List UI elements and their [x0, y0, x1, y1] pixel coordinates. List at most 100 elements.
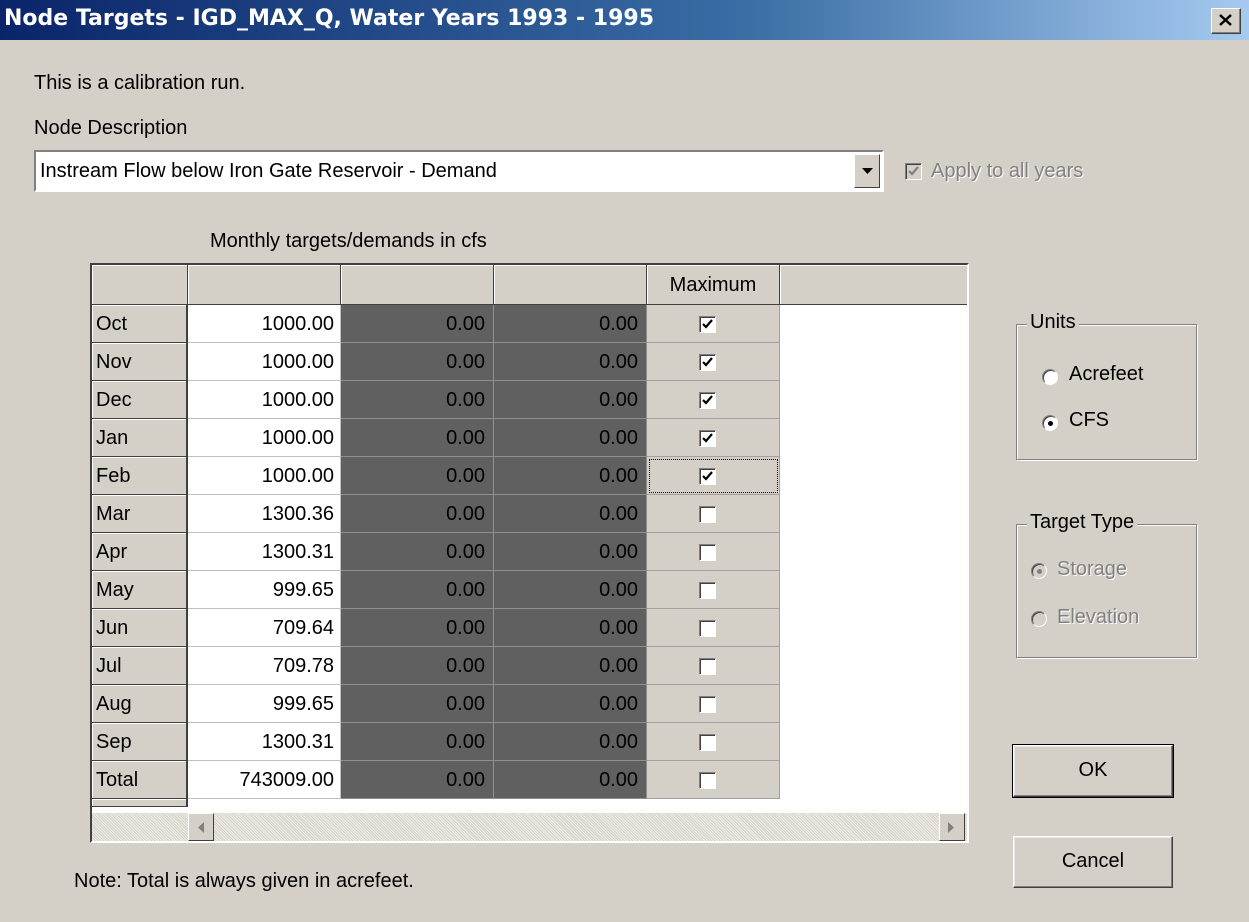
- targets-grid[interactable]: Maximum Oct 1000.00 0.00 0.00 Nov 1000.00 0.00 0…: [90, 263, 969, 843]
- maximum-cell[interactable]: [647, 305, 780, 343]
- maximum-checkbox[interactable]: [699, 772, 716, 789]
- chevron-down-icon: [862, 168, 873, 174]
- units-cfs-label: CFS: [1069, 409, 1109, 431]
- value-cell[interactable]: 1000.00: [188, 305, 341, 343]
- maximum-checkbox[interactable]: [699, 620, 716, 637]
- column-header: [494, 265, 647, 305]
- maximum-cell[interactable]: [647, 571, 780, 609]
- value-cell-disabled: 0.00: [341, 609, 494, 647]
- value-cell-disabled: 0.00: [341, 343, 494, 381]
- maximum-checkbox[interactable]: [699, 658, 716, 675]
- column-header: [188, 265, 341, 305]
- row-header-jul: Jul: [92, 647, 188, 685]
- node-description-value: Instream Flow below Iron Gate Reservoir …: [40, 160, 497, 182]
- row-header-dec: Dec: [92, 381, 188, 419]
- maximum-checkbox[interactable]: [699, 582, 716, 599]
- checkmark-icon: [702, 471, 713, 481]
- target-type-group: Target Type Storage Elevation: [1016, 511, 1197, 658]
- maximum-checkbox[interactable]: [699, 354, 716, 371]
- total-note: Note: Total is always given in acrefeet.: [74, 870, 414, 892]
- value-cell[interactable]: 1000.00: [188, 343, 341, 381]
- row-header-jun: Jun: [92, 609, 188, 647]
- maximum-checkbox[interactable]: [699, 696, 716, 713]
- row-header-mar: Mar: [92, 495, 188, 533]
- header-filler: [780, 265, 967, 305]
- row-header-may: May: [92, 571, 188, 609]
- column-header: Maximum: [647, 265, 780, 305]
- maximum-cell[interactable]: [647, 685, 780, 723]
- row-header-aug: Aug: [92, 685, 188, 723]
- value-cell[interactable]: 1300.31: [188, 533, 341, 571]
- maximum-cell[interactable]: [647, 457, 780, 495]
- value-cell-disabled: 0.00: [341, 381, 494, 419]
- row-header-jan: Jan: [92, 419, 188, 457]
- value-cell[interactable]: 1300.31: [188, 723, 341, 761]
- maximum-checkbox[interactable]: [699, 392, 716, 409]
- checkmark-icon: [702, 395, 713, 405]
- dropdown-button[interactable]: [854, 154, 880, 188]
- node-description-select[interactable]: Instream Flow below Iron Gate Reservoir …: [34, 150, 884, 192]
- value-cell-disabled: 0.00: [341, 305, 494, 343]
- maximum-checkbox[interactable]: [699, 544, 716, 561]
- value-cell[interactable]: 709.78: [188, 647, 341, 685]
- value-cell-disabled: 0.00: [341, 685, 494, 723]
- value-cell-disabled: 0.00: [494, 609, 647, 647]
- value-cell[interactable]: 1000.00: [188, 419, 341, 457]
- value-cell[interactable]: 1300.36: [188, 495, 341, 533]
- maximum-checkbox[interactable]: [699, 468, 716, 485]
- horizontal-scrollbar[interactable]: [92, 813, 967, 841]
- maximum-cell[interactable]: [647, 495, 780, 533]
- target-storage-label: Storage: [1057, 558, 1128, 580]
- value-cell-disabled: 0.00: [494, 533, 647, 571]
- maximum-cell[interactable]: [647, 381, 780, 419]
- value-cell[interactable]: 999.65: [188, 571, 341, 609]
- value-cell-disabled: 0.00: [494, 761, 647, 799]
- maximum-checkbox[interactable]: [699, 506, 716, 523]
- value-cell-disabled: 0.00: [341, 457, 494, 495]
- ok-button[interactable]: OK: [1012, 744, 1174, 798]
- row-header-feb: Feb: [92, 457, 188, 495]
- title-bar: Node Targets - IGD_MAX_Q, Water Years 19…: [0, 0, 1249, 40]
- value-cell-disabled: 0.00: [494, 305, 647, 343]
- value-cell-disabled: 0.00: [494, 419, 647, 457]
- scroll-right-button[interactable]: [939, 813, 965, 841]
- value-cell[interactable]: 999.65: [188, 685, 341, 723]
- maximum-cell[interactable]: [647, 533, 780, 571]
- value-cell-disabled: 0.00: [341, 419, 494, 457]
- value-cell[interactable]: 709.64: [188, 609, 341, 647]
- maximum-cell[interactable]: [647, 343, 780, 381]
- column-header: [341, 265, 494, 305]
- target-storage-radio[interactable]: [1031, 563, 1047, 579]
- row-header-total: Total: [92, 761, 188, 799]
- maximum-checkbox[interactable]: [699, 734, 716, 751]
- maximum-checkbox[interactable]: [699, 430, 716, 447]
- row-header-nov: Nov: [92, 343, 188, 381]
- value-cell-disabled: 0.00: [341, 761, 494, 799]
- maximum-cell[interactable]: [647, 761, 780, 799]
- value-cell[interactable]: 743009.00: [188, 761, 341, 799]
- target-elevation-radio[interactable]: [1031, 611, 1047, 627]
- units-cfs-radio[interactable]: [1042, 415, 1058, 431]
- apply-all-years-checkbox[interactable]: [905, 163, 922, 180]
- value-cell-disabled: 0.00: [494, 647, 647, 685]
- scroll-left-button[interactable]: [188, 813, 214, 841]
- table-caption: Monthly targets/demands in cfs: [210, 230, 487, 252]
- maximum-checkbox[interactable]: [699, 316, 716, 333]
- maximum-cell[interactable]: [647, 609, 780, 647]
- maximum-cell[interactable]: [647, 419, 780, 457]
- close-button[interactable]: [1211, 8, 1241, 34]
- cancel-button[interactable]: Cancel: [1013, 836, 1173, 888]
- checkmark-icon: [702, 357, 713, 367]
- target-elevation-label: Elevation: [1057, 606, 1140, 628]
- units-title: Units: [1027, 311, 1079, 334]
- maximum-cell[interactable]: [647, 647, 780, 685]
- value-cell-disabled: 0.00: [494, 571, 647, 609]
- value-cell-disabled: 0.00: [494, 495, 647, 533]
- value-cell[interactable]: 1000.00: [188, 381, 341, 419]
- value-cell[interactable]: 1000.00: [188, 457, 341, 495]
- value-cell-disabled: 0.00: [341, 723, 494, 761]
- maximum-cell[interactable]: [647, 723, 780, 761]
- close-icon: [1219, 14, 1232, 26]
- grid-corner-header: [92, 265, 188, 305]
- units-acrefeet-radio[interactable]: [1042, 369, 1058, 385]
